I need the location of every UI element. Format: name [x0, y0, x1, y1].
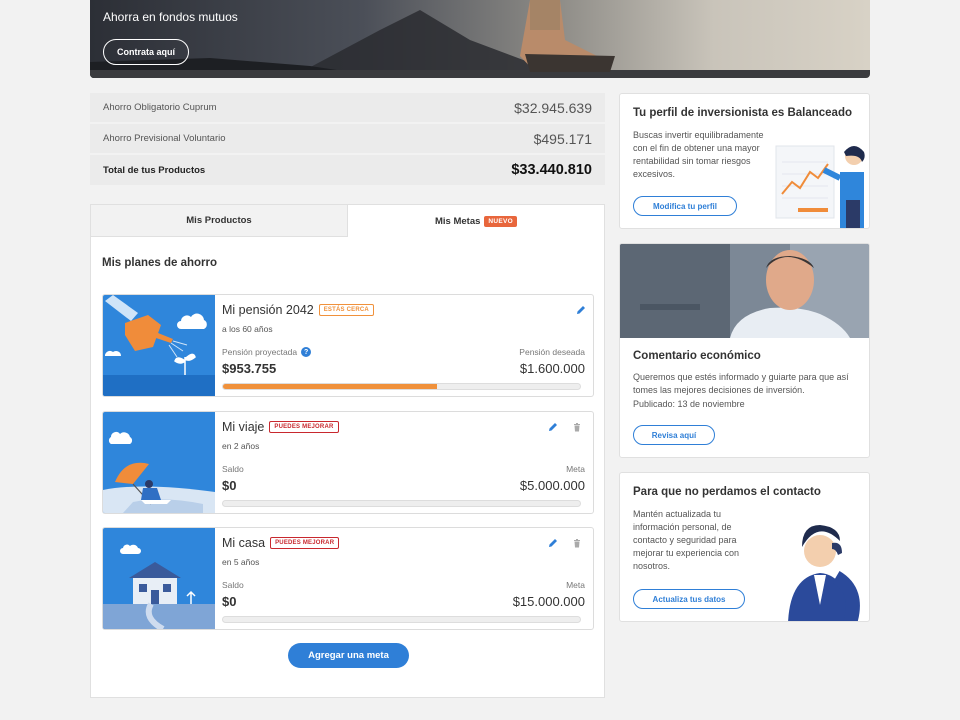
hero-title: Ahorra en fondos mutuos: [103, 10, 238, 24]
pencil-icon[interactable]: [575, 304, 587, 316]
progress-bar: [222, 383, 581, 390]
goal-card-pension[interactable]: Mi pensión 2042 ESTÁS CERCA a los 60 año…: [102, 294, 594, 397]
watering-can-illustration: [103, 295, 215, 396]
status-badge: PUEDES MEJORAR: [269, 421, 339, 433]
goal-card-body: Mi viaje PUEDES MEJORAR en 2 años Saldo …: [222, 412, 587, 513]
products-summary: Ahorro Obligatorio Cuprum $32.945.639 Ah…: [90, 93, 605, 187]
profile-text: Buscas invertir equilibradamente con el …: [633, 130, 764, 179]
goal-name: Mi viaje: [222, 420, 265, 434]
summary-total-label: Total de tus Productos: [103, 164, 206, 176]
goal-name-row: Mi pensión 2042 ESTÁS CERCA: [222, 303, 374, 317]
goal-name-row: Mi casa PUEDES MEJORAR: [222, 536, 340, 550]
economic-commentary-card: Comentario económico Queremos que estés …: [619, 243, 870, 458]
tab-products[interactable]: Mis Productos: [91, 205, 348, 237]
summary-total-row: Total de tus Productos $33.440.810: [90, 155, 605, 185]
summary-row: Ahorro Obligatorio Cuprum $32.945.639: [90, 93, 605, 122]
tabs: Mis Productos Mis Metas NUEVO: [91, 205, 604, 237]
section-title: Mis planes de ahorro: [102, 257, 218, 269]
desired-label: Pensión deseada: [519, 347, 585, 357]
contact-title: Para que no perdamos el contacto: [633, 486, 821, 498]
goal-label: Meta: [566, 464, 585, 474]
pencil-icon[interactable]: [547, 421, 559, 433]
goal-card-trip[interactable]: Mi viaje PUEDES MEJORAR en 2 años Saldo …: [102, 411, 594, 514]
projected-value: $953.755: [222, 361, 277, 376]
summary-value: $32.945.639: [514, 99, 592, 116]
summary-label: Ahorro Previsional Voluntario: [103, 133, 226, 144]
desired-value: $1.600.000: [519, 361, 585, 376]
goal-card-body: Mi casa PUEDES MEJORAR en 5 años Saldo M…: [222, 528, 587, 629]
tab-goals[interactable]: Mis Metas NUEVO: [348, 205, 604, 237]
goal-name-row: Mi viaje PUEDES MEJORAR: [222, 420, 339, 434]
review-button[interactable]: Revisa aquí: [633, 425, 715, 445]
progress-bar: [222, 500, 581, 507]
goal-name: Mi pensión 2042: [222, 303, 314, 317]
goal-subtitle: en 2 años: [222, 441, 260, 451]
phone-call-illustration: [788, 525, 860, 621]
investor-illustration: [775, 145, 865, 228]
summary-label: Ahorro Obligatorio Cuprum: [103, 102, 217, 113]
summary-value: $495.171: [533, 130, 592, 147]
hero-banner: Ahorra en fondos mutuos Contrata aquí: [90, 0, 870, 78]
commentary-title: Comentario económico: [633, 350, 761, 362]
trash-icon[interactable]: [571, 421, 583, 433]
status-badge: ESTÁS CERCA: [318, 304, 374, 316]
house-illustration: [103, 528, 215, 629]
investor-profile-card: Tu perfil de inversionista es Balanceado…: [619, 93, 870, 229]
pencil-icon[interactable]: [547, 537, 559, 549]
edit-profile-button[interactable]: Modifica tu perfil: [633, 196, 737, 216]
contact-card: Para que no perdamos el contacto Mantén …: [619, 472, 870, 622]
balance-label: Saldo: [222, 580, 244, 590]
add-goal-button[interactable]: Agregar una meta: [288, 643, 409, 668]
contact-text: Mantén actualizada tu información person…: [633, 509, 740, 571]
new-badge: NUEVO: [484, 215, 518, 227]
goals-panel: Mis Productos Mis Metas NUEVO Mis planes…: [90, 204, 605, 698]
progress-bar: [222, 616, 581, 623]
tab-goals-label: Mis Metas: [434, 215, 481, 227]
balance-value: $0: [222, 594, 237, 609]
goal-card-body: Mi pensión 2042 ESTÁS CERCA a los 60 año…: [222, 295, 587, 396]
goal-value: $15.000.000: [512, 594, 585, 609]
status-badge: PUEDES MEJORAR: [270, 537, 340, 549]
balance-label: Saldo: [222, 464, 244, 474]
summary-row: Ahorro Previsional Voluntario $495.171: [90, 124, 605, 153]
profile-title: Tu perfil de inversionista es Balanceado: [633, 107, 852, 119]
projected-label: Pensión proyectada ?: [222, 347, 312, 357]
tab-products-label: Mis Productos: [186, 215, 252, 226]
goal-subtitle: a los 60 años: [222, 324, 273, 334]
beach-illustration: [103, 412, 215, 513]
update-data-button[interactable]: Actualiza tus datos: [633, 589, 745, 609]
goal-name: Mi casa: [222, 536, 266, 550]
goal-value: $5.000.000: [519, 478, 585, 493]
balance-value: $0: [222, 478, 237, 493]
commentary-text: Queremos que estés informado y guiarte p…: [633, 372, 849, 395]
goal-card-house[interactable]: Mi casa PUEDES MEJORAR en 5 años Saldo M…: [102, 527, 594, 630]
hire-button[interactable]: Contrata aquí: [103, 39, 190, 65]
published-date: Publicado: 13 de noviembre: [633, 399, 745, 409]
help-icon[interactable]: ?: [301, 347, 312, 357]
projected-label-text: Pensión proyectada: [222, 347, 298, 357]
trash-icon[interactable]: [571, 537, 583, 549]
summary-total-value: $33.440.810: [511, 162, 592, 178]
goal-subtitle: en 5 años: [222, 557, 260, 567]
progress-fill: [223, 384, 438, 389]
goal-label: Meta: [566, 580, 585, 590]
commentator-photo: [620, 244, 869, 338]
